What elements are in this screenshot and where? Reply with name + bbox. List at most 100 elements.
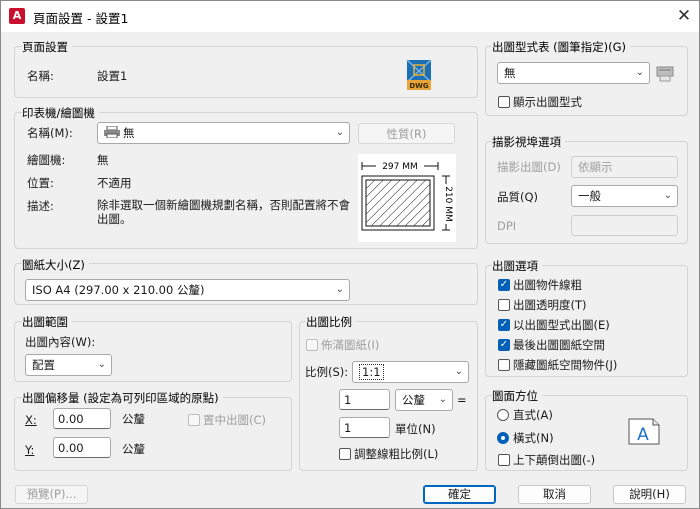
plotter-value: 無 bbox=[97, 153, 109, 167]
window-title: 頁面設置 - 設置1 bbox=[33, 11, 129, 26]
paper-size-value: ISO A4 (297.00 x 210.00 公釐) bbox=[32, 283, 205, 297]
landscape-radio[interactable] bbox=[497, 432, 509, 444]
edit-plot-style-icon[interactable] bbox=[656, 64, 674, 82]
what-to-plot-label: 出圖內容(W): bbox=[25, 335, 96, 349]
shade-plot-label: 描影出圖(D) bbox=[497, 160, 561, 174]
portrait-radio[interactable] bbox=[497, 409, 509, 421]
shade-plot-combo[interactable]: 依顯示 bbox=[571, 156, 678, 178]
location-value: 不適用 bbox=[97, 176, 132, 190]
upside-down-checkbox[interactable] bbox=[498, 454, 510, 466]
plot-offset-group-title: 出圖偏移量 (設定為可列印區域的原點) bbox=[22, 390, 223, 406]
cancel-button[interactable]: 取消 bbox=[518, 485, 591, 504]
chevron-down-icon: ⌄ bbox=[438, 394, 447, 405]
plot-transparency-checkbox[interactable] bbox=[498, 299, 510, 311]
dwg-badge-text: DWG bbox=[409, 82, 429, 90]
equals-sign: = bbox=[457, 393, 467, 407]
landscape-orientation-icon: A bbox=[628, 418, 660, 445]
shaded-viewport-group-title: 描影視埠選項 bbox=[492, 134, 565, 150]
scale-unit-value: 公釐 bbox=[402, 393, 425, 407]
quality-label: 品質(Q) bbox=[497, 190, 539, 204]
portrait-label: 直式(A) bbox=[513, 408, 553, 422]
plot-paperspace-last-checkbox[interactable]: ✓ bbox=[498, 339, 510, 351]
preview-height-text: 210 MM bbox=[443, 186, 453, 222]
plot-style-group-title: 出圖型式表 (圖筆指定)(G) bbox=[492, 39, 631, 55]
quality-value: 一般 bbox=[578, 189, 601, 203]
hide-paperspace-objects-label: 隱藏圖紙空間物件(J) bbox=[513, 358, 618, 372]
close-icon[interactable]: ✕ bbox=[673, 5, 695, 27]
offset-y-label: Y: bbox=[25, 443, 35, 457]
preview-button[interactable]: 預覽(P)... bbox=[15, 485, 88, 504]
fit-to-paper-label: 佈滿圖紙(I) bbox=[321, 338, 380, 352]
offset-y-input[interactable]: 0.00 bbox=[53, 437, 111, 458]
ok-button[interactable]: 確定 bbox=[423, 485, 496, 504]
shade-plot-value: 依顯示 bbox=[578, 160, 613, 174]
offset-x-input[interactable]: 0.00 bbox=[53, 408, 111, 429]
page-setup-dialog: A 頁面設置 - 設置1 ✕ 頁面設置 名稱: 設置1 DWG 印表機/繪圖機 … bbox=[0, 0, 700, 509]
plot-lineweights-checkbox[interactable]: ✓ bbox=[498, 279, 510, 291]
preview-width-text: 297 MM bbox=[382, 162, 418, 172]
plot-transparency-label: 出圖透明度(T) bbox=[513, 298, 587, 312]
orientation-icon-letter: A bbox=[637, 425, 649, 445]
what-to-plot-value: 配置 bbox=[32, 358, 55, 372]
quality-combo[interactable]: 一般 ⌄ bbox=[571, 185, 678, 207]
dpi-input[interactable] bbox=[571, 215, 678, 236]
display-plot-styles-label: 顯示出圖型式 bbox=[513, 95, 582, 109]
scale-lineweights-checkbox[interactable] bbox=[339, 448, 351, 460]
offset-x-unit: 公釐 bbox=[122, 412, 145, 426]
chevron-down-icon: ⌄ bbox=[97, 359, 106, 370]
page-setup-name-value: 設置1 bbox=[97, 69, 128, 83]
scale-unit-combo[interactable]: 公釐 ⌄ bbox=[395, 389, 453, 411]
offset-y-unit: 公釐 bbox=[122, 442, 145, 456]
chevron-down-icon: ⌄ bbox=[663, 190, 672, 201]
printer-name-combo[interactable]: 無 ⌄ bbox=[97, 122, 350, 144]
description-value: 除非選取一個新繪圖機規劃名稱，否則配置將不會出圖。 bbox=[97, 198, 350, 226]
printer-icon bbox=[104, 124, 120, 139]
scale-label: 比例(S): bbox=[305, 365, 349, 379]
dpi-label: DPI bbox=[497, 219, 517, 233]
plot-lineweights-label: 出圖物件線粗 bbox=[513, 278, 582, 292]
chevron-down-icon: ⌄ bbox=[335, 127, 344, 138]
offset-x-label: X: bbox=[25, 413, 37, 427]
paper-size-combo[interactable]: ISO A4 (297.00 x 210.00 公釐) ⌄ bbox=[25, 279, 350, 301]
fit-to-paper-checkbox[interactable] bbox=[306, 339, 318, 351]
landscape-label: 橫式(N) bbox=[513, 431, 554, 445]
autocad-app-icon: A bbox=[9, 8, 25, 24]
chevron-down-icon: ⌄ bbox=[335, 284, 344, 295]
plot-scale-group-title: 出圖比例 bbox=[306, 314, 356, 330]
plot-style-value: 無 bbox=[504, 66, 516, 80]
scale-value: 1:1 bbox=[359, 364, 384, 380]
help-button[interactable]: 說明(H) bbox=[613, 485, 686, 504]
chevron-down-icon: ⌄ bbox=[454, 366, 463, 377]
printer-name-label: 名稱(M): bbox=[27, 126, 73, 140]
drawing-units-label: 單位(N) bbox=[395, 422, 436, 436]
scale-denominator-input[interactable]: 1 bbox=[339, 417, 390, 438]
page-setup-name-label: 名稱: bbox=[27, 69, 54, 83]
description-label: 描述: bbox=[27, 199, 54, 213]
plotter-label: 繪圖機: bbox=[27, 153, 66, 167]
plot-style-combo[interactable]: 無 ⌄ bbox=[497, 62, 650, 84]
scale-numerator-input[interactable]: 1 bbox=[339, 389, 390, 410]
plot-paperspace-last-label: 最後出圖圖紙空間 bbox=[513, 338, 605, 352]
properties-button[interactable]: 性質(R) bbox=[358, 123, 455, 144]
plot-area-group-title: 出圖範圍 bbox=[22, 314, 72, 330]
scale-lineweights-label: 調整線粗比例(L) bbox=[354, 447, 439, 461]
page-setup-group-title: 頁面設置 bbox=[22, 39, 72, 55]
printer-name-value: 無 bbox=[123, 126, 135, 140]
plot-with-styles-checkbox[interactable]: ✓ bbox=[498, 319, 510, 331]
what-to-plot-combo[interactable]: 配置 ⌄ bbox=[25, 354, 112, 376]
scale-combo[interactable]: 1:1 ⌄ bbox=[352, 361, 469, 383]
location-label: 位置: bbox=[27, 176, 54, 190]
plot-options-group-title: 出圖選項 bbox=[492, 258, 542, 274]
hide-paperspace-objects-checkbox[interactable] bbox=[498, 359, 510, 371]
paper-preview: 297 MM 210 MM bbox=[358, 154, 456, 242]
printer-group-title: 印表機/繪圖機 bbox=[22, 105, 99, 121]
orientation-group-title: 圖面方位 bbox=[492, 388, 542, 404]
display-plot-styles-checkbox[interactable] bbox=[498, 96, 510, 108]
center-plot-label: 置中出圖(C) bbox=[203, 413, 267, 427]
chevron-down-icon: ⌄ bbox=[635, 67, 644, 78]
plot-with-styles-label: 以出圖型式出圖(E) bbox=[513, 318, 610, 332]
paper-size-group-title: 圖紙大小(Z) bbox=[22, 257, 89, 273]
dwg-file-icon: DWG bbox=[406, 59, 432, 91]
center-plot-checkbox[interactable] bbox=[188, 414, 200, 426]
upside-down-label: 上下顛倒出圖(-) bbox=[513, 453, 596, 467]
